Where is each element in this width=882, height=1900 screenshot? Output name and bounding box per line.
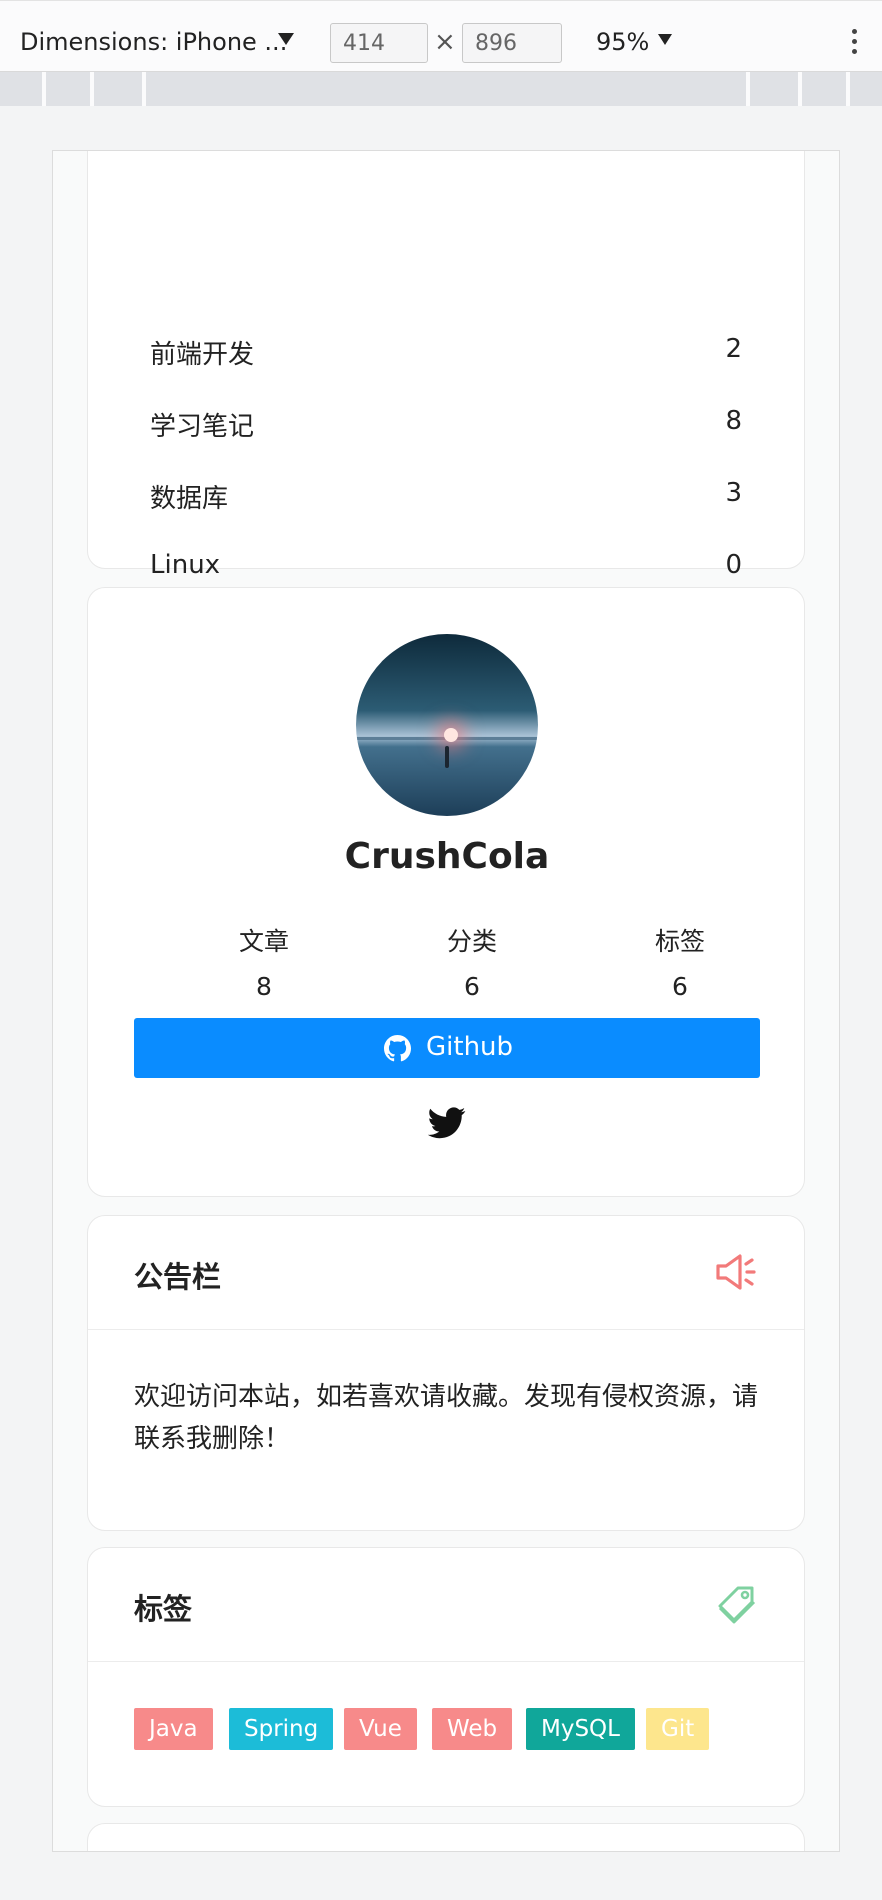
tag-vue[interactable]: Vue <box>344 1708 417 1750</box>
category-count: 8 <box>725 406 742 436</box>
next-card <box>87 1823 805 1851</box>
tags-title: 标签 <box>134 1592 193 1626</box>
github-icon <box>384 1035 411 1062</box>
notice-text: 欢迎访问本站，如若喜欢请收藏。发现有侵权资源，请联系我删除！ <box>134 1382 759 1454</box>
tag-icon <box>718 1586 756 1624</box>
category-item[interactable]: 前端开发 2 <box>150 334 742 374</box>
width-input[interactable]: 414 <box>330 23 428 63</box>
ruler-divider <box>90 72 94 106</box>
category-name: Linux <box>150 550 221 580</box>
tags-card-header: 标签 <box>88 1548 804 1662</box>
device-viewport: 前端开发 2 学习笔记 8 数据库 3 Linux 0 其他 1 CrushCo… <box>52 150 840 1852</box>
stat-value: 6 <box>464 972 480 1001</box>
tag-git[interactable]: Git <box>646 1708 710 1750</box>
twitter-icon[interactable] <box>428 1106 466 1140</box>
tag-mysql[interactable]: MySQL <box>526 1708 635 1750</box>
ruler-divider <box>846 72 850 106</box>
height-input[interactable]: 896 <box>462 23 562 63</box>
stat-value: 8 <box>256 972 272 1001</box>
stat-label: 文章 <box>238 927 289 956</box>
category-count: 0 <box>725 550 742 580</box>
stat-tags[interactable]: 标签 6 <box>610 922 750 1001</box>
category-card: 前端开发 2 学习笔记 8 数据库 3 Linux 0 其他 1 <box>87 151 805 658</box>
avatar-sun <box>444 728 458 742</box>
category-item[interactable]: Linux 0 <box>150 550 742 590</box>
tag-web[interactable]: Web <box>432 1708 513 1750</box>
tags-card: 标签 Java Spring Vue Web MySQL Git <box>87 1547 805 1807</box>
stat-articles[interactable]: 文章 8 <box>194 922 334 1001</box>
media-query-ruler[interactable] <box>0 72 882 106</box>
github-button[interactable]: Github <box>134 1018 760 1078</box>
more-options-icon[interactable] <box>852 29 858 57</box>
category-item[interactable]: 数据库 3 <box>150 478 742 518</box>
ruler-divider <box>42 72 46 106</box>
avatar-figure <box>445 746 449 768</box>
tag-spring[interactable]: Spring <box>229 1708 334 1750</box>
ruler-divider <box>142 72 146 106</box>
profile-card: CrushCola 文章 8 分类 6 标签 6 Github <box>87 587 805 1197</box>
dimension-separator: × <box>434 27 456 57</box>
dropdown-caret-icon[interactable] <box>278 33 294 45</box>
stat-value: 6 <box>672 972 688 1001</box>
devtools-device-toolbar: Dimensions: iPhone ... 414 × 896 95% <box>0 0 882 72</box>
notice-title: 公告栏 <box>134 1260 222 1294</box>
category-name: 前端开发 <box>150 340 255 370</box>
github-button-label: Github <box>426 1032 514 1062</box>
category-name: 数据库 <box>150 484 229 514</box>
ruler-divider <box>798 72 802 106</box>
stat-label: 分类 <box>446 927 497 956</box>
category-count: 3 <box>725 478 742 508</box>
category-name: 学习笔记 <box>150 412 255 442</box>
zoom-dropdown[interactable]: 95% <box>596 28 649 56</box>
notice-card: 公告栏 欢迎访问本站，如若喜欢请收藏。发现有侵权资源，请联系我删除！ <box>87 1215 805 1531</box>
avatar <box>356 634 538 816</box>
category-count: 2 <box>725 334 742 364</box>
megaphone-icon <box>716 1254 756 1290</box>
category-item[interactable]: 学习笔记 8 <box>150 406 742 446</box>
profile-name: CrushCola <box>344 836 550 877</box>
ruler-divider <box>746 72 750 106</box>
stat-categories[interactable]: 分类 6 <box>402 922 542 1001</box>
zoom-caret-icon[interactable] <box>658 34 672 45</box>
device-dimensions-dropdown[interactable]: Dimensions: iPhone ... <box>20 28 287 56</box>
notice-card-header: 公告栏 <box>88 1216 804 1330</box>
tag-java[interactable]: Java <box>134 1708 213 1750</box>
stat-label: 标签 <box>654 927 705 956</box>
